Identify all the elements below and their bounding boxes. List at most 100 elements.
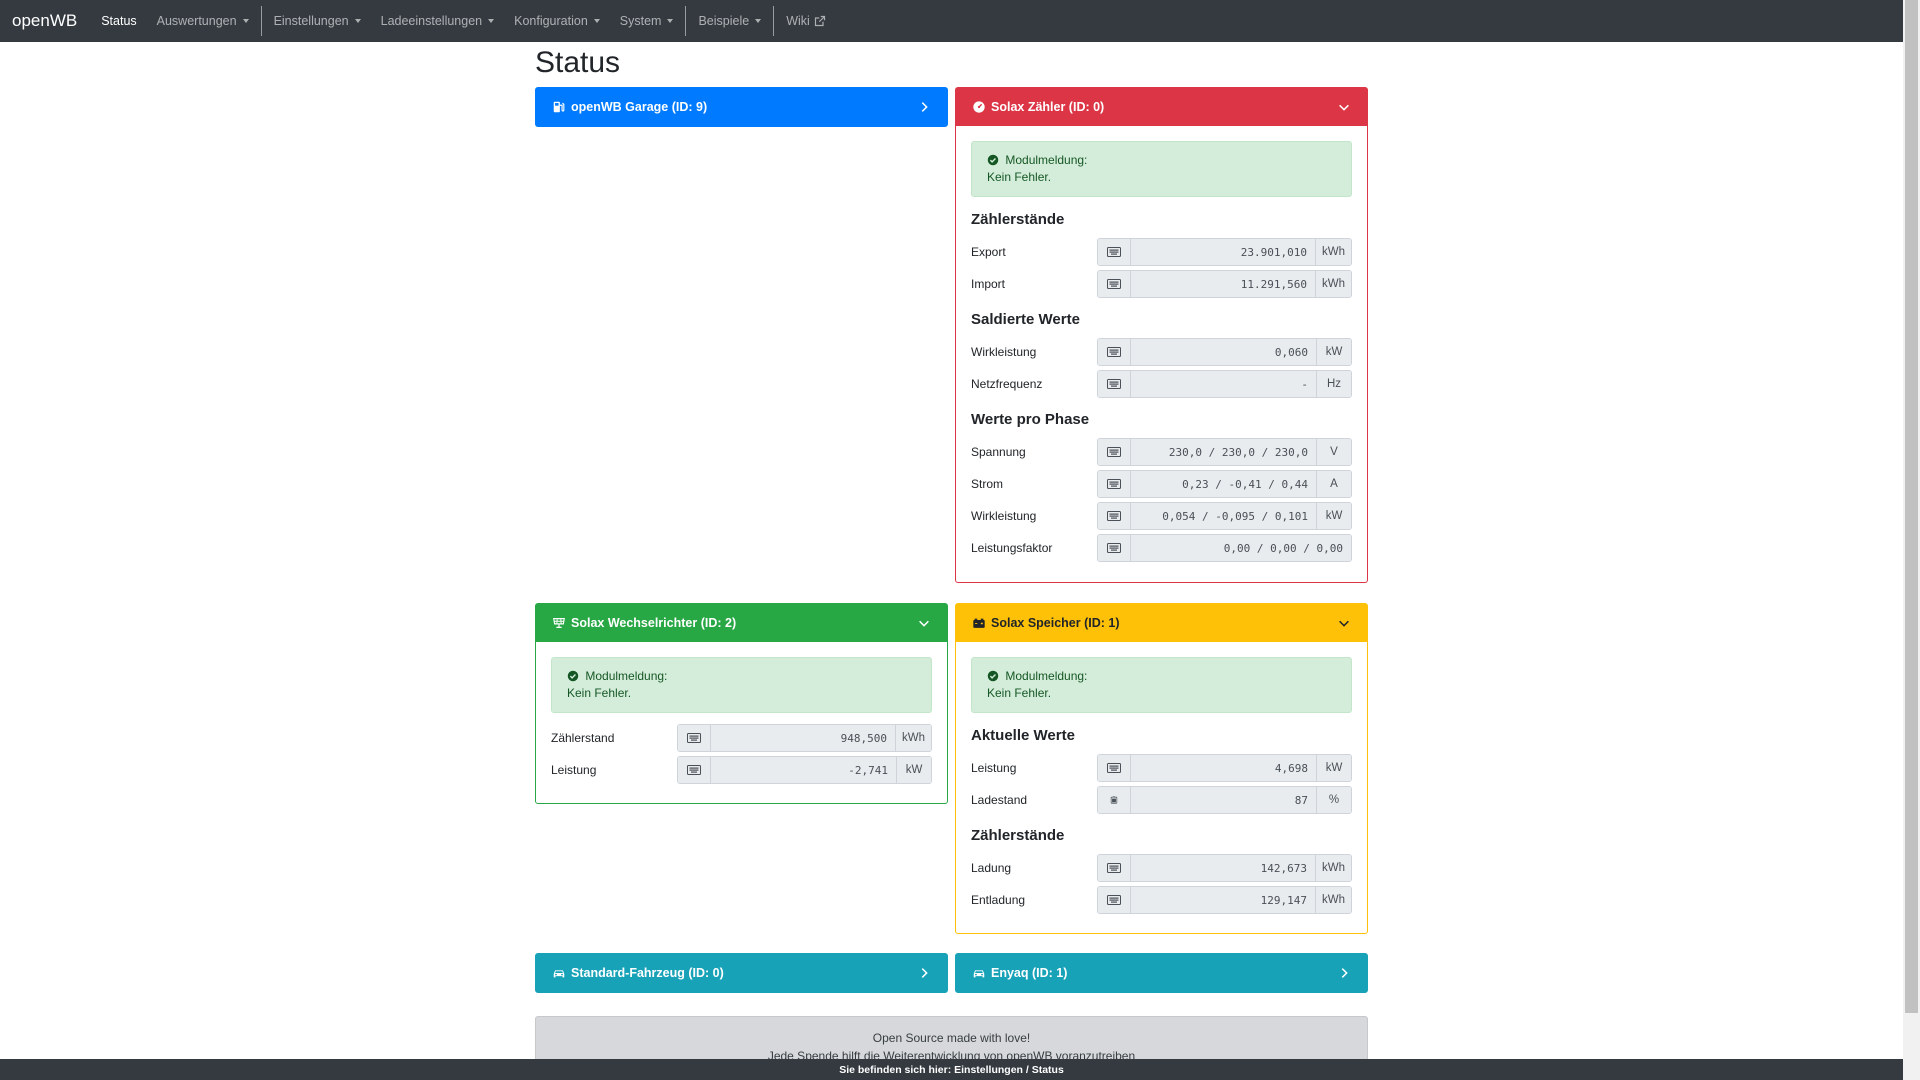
zaehlerstand-value: 948,500 xyxy=(711,725,895,751)
nav-wiki[interactable]: Wiki xyxy=(776,0,836,42)
ladestand-value: 87 xyxy=(1131,787,1316,813)
nav-ladeeinstellungen[interactable]: Ladeeinstellungen xyxy=(371,0,504,42)
page-scrollbar[interactable] xyxy=(1903,0,1920,1080)
status-alert: Modulmeldung: Kein Fehler. xyxy=(971,657,1352,713)
strom-value: 0,23 / -0,41 / 0,44 xyxy=(1131,471,1316,497)
card-openwb-garage: openWB Garage (ID: 9) xyxy=(535,87,948,127)
chevron-right-icon[interactable] xyxy=(917,100,931,114)
wirkleistung-value: 0,060 xyxy=(1131,339,1316,365)
section-title: Aktuelle Werte xyxy=(971,727,1075,744)
keyboard-icon xyxy=(1098,339,1131,365)
card-standard-fahrzeug: Standard-Fahrzeug (ID: 0) xyxy=(535,953,948,993)
unit-label: kWh xyxy=(1315,855,1351,881)
row-label: Ladestand xyxy=(971,793,1028,807)
card-header-speicher[interactable]: Solax Speicher (ID: 1) xyxy=(956,604,1367,642)
scrollbar-thumb[interactable] xyxy=(1905,0,1918,1013)
caret-down-icon xyxy=(354,19,361,23)
nav-ladeeinstellungen-label: Ladeeinstellungen xyxy=(380,14,483,28)
row-label: Wirkleistung xyxy=(971,509,1037,523)
nav-konfiguration[interactable]: Konfiguration xyxy=(504,0,610,42)
zaehlerstand-field: 948,500 kWh xyxy=(677,724,932,752)
nav-divider xyxy=(260,6,262,36)
card-header-zaehler[interactable]: Solax Zähler (ID: 0) xyxy=(956,88,1367,126)
row-label: Spannung xyxy=(971,445,1026,459)
unit-label: kWh xyxy=(1315,239,1351,265)
chevron-down-icon[interactable] xyxy=(917,616,931,630)
card-title: Solax Speicher (ID: 1) xyxy=(991,616,1120,630)
wirkleistung-phase-value: 0,054 / -0,095 / 0,101 xyxy=(1131,503,1316,529)
ladung-field: 142,673 kWh xyxy=(1097,854,1352,882)
spannung-value: 230,0 / 230,0 / 230,0 xyxy=(1131,439,1316,465)
section-title: Saldierte Werte xyxy=(971,311,1080,328)
export-field: 23.901,010 kWh xyxy=(1097,238,1352,266)
breadcrumb: Sie befinden sich hier: Einstellungen / … xyxy=(839,1063,1064,1076)
unit-label: kW xyxy=(1316,503,1351,529)
section-title: Zählerstände xyxy=(971,827,1065,844)
alert-text: Kein Fehler. xyxy=(567,686,632,700)
nav-auswertungen-label: Auswertungen xyxy=(156,14,237,28)
unit-label: % xyxy=(1316,787,1351,813)
leistung-value: -2,741 xyxy=(711,757,896,783)
row-strom: Strom 0,23 / -0,41 / 0,44 A xyxy=(971,470,1352,498)
speicher-leistung-value: 4,698 xyxy=(1131,755,1316,781)
status-alert: Modulmeldung: Kein Fehler. xyxy=(551,657,932,713)
nav-beispiele-label: Beispiele xyxy=(698,14,750,28)
chevron-down-icon[interactable] xyxy=(1337,100,1351,114)
unit-label: kW xyxy=(896,757,931,783)
solar-panel-icon xyxy=(553,618,565,628)
nav-status[interactable]: Status xyxy=(91,0,146,42)
keyboard-icon xyxy=(1098,887,1131,913)
row-label: Export xyxy=(971,245,1006,259)
nav-einstellungen[interactable]: Einstellungen xyxy=(264,0,371,42)
nav-system-label: System xyxy=(619,14,662,28)
row-import: Import 11.291,560 kWh xyxy=(971,270,1352,298)
nav-divider xyxy=(773,6,775,36)
card-header-fahrzeug[interactable]: Standard-Fahrzeug (ID: 0) xyxy=(536,954,947,992)
top-navbar: openWB Status Auswertungen Einstellungen… xyxy=(0,0,1903,42)
row-label: Entladung xyxy=(971,893,1026,907)
card-title: openWB Garage (ID: 9) xyxy=(571,100,708,114)
check-circle-icon xyxy=(567,670,579,682)
nav-divider xyxy=(685,6,687,36)
keyboard-icon xyxy=(1098,271,1131,297)
keyboard-icon xyxy=(1098,503,1131,529)
alert-text: Kein Fehler. xyxy=(987,686,1052,700)
unit-label: V xyxy=(1316,439,1351,465)
nav-beispiele[interactable]: Beispiele xyxy=(688,0,771,42)
wirkleistung-field: 0,060 kW xyxy=(1097,338,1352,366)
chevron-right-icon[interactable] xyxy=(917,966,931,980)
nav-auswertungen[interactable]: Auswertungen xyxy=(147,0,259,42)
nav-einstellungen-label: Einstellungen xyxy=(273,14,349,28)
row-label: Wirkleistung xyxy=(971,345,1037,359)
row-label: Leistungsfaktor xyxy=(971,541,1053,555)
row-speicher-leistung: Leistung 4,698 kW xyxy=(971,754,1352,782)
card-solax-wechselrichter: Solax Wechselrichter (ID: 2) Modulmeldun… xyxy=(535,603,948,804)
netzfrequenz-value: - xyxy=(1131,371,1316,397)
row-label: Ladung xyxy=(971,861,1012,875)
card-header-wechselrichter[interactable]: Solax Wechselrichter (ID: 2) xyxy=(536,604,947,642)
card-header-enyaq[interactable]: Enyaq (ID: 1) xyxy=(956,954,1367,992)
charging-station-icon xyxy=(553,101,565,113)
import-field: 11.291,560 kWh xyxy=(1097,270,1352,298)
entladung-value: 129,147 xyxy=(1131,887,1315,913)
section-title: Werte pro Phase xyxy=(971,411,1090,428)
row-label: Strom xyxy=(971,477,1004,491)
car-icon xyxy=(973,970,985,978)
wirkleistung-phase-field: 0,054 / -0,095 / 0,101 kW xyxy=(1097,502,1352,530)
nav-system[interactable]: System xyxy=(610,0,684,42)
caret-down-icon xyxy=(755,19,762,23)
brand-logo[interactable]: openWB xyxy=(12,11,77,31)
card-header-garage[interactable]: openWB Garage (ID: 9) xyxy=(536,88,947,126)
row-entladung: Entladung 129,147 kWh xyxy=(971,886,1352,914)
row-label: Import xyxy=(971,277,1006,291)
card-title: Standard-Fahrzeug (ID: 0) xyxy=(571,966,724,980)
chevron-right-icon[interactable] xyxy=(1337,966,1351,980)
card-title: Enyaq (ID: 1) xyxy=(991,966,1068,980)
card-solax-speicher: Solax Speicher (ID: 1) Modulmeldung: Kei… xyxy=(955,603,1368,934)
leistungsfaktor-value: 0,00 / 0,00 / 0,00 xyxy=(1131,535,1351,561)
keyboard-icon xyxy=(678,757,711,783)
card-solax-zaehler: Solax Zähler (ID: 0) Modulmeldung: Kein … xyxy=(955,87,1368,583)
battery-icon xyxy=(1098,787,1131,813)
check-circle-icon xyxy=(987,154,999,166)
chevron-down-icon[interactable] xyxy=(1337,616,1351,630)
